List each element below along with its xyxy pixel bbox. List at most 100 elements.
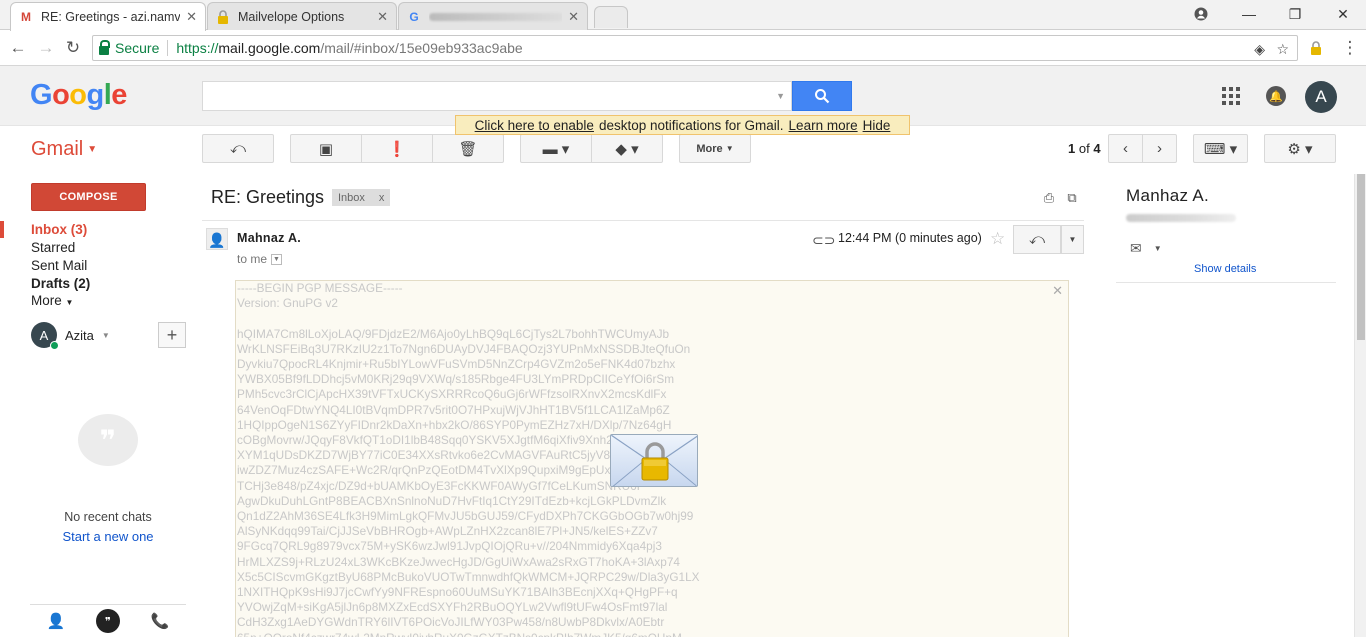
notifications-bell-icon[interactable]: 🔔 <box>1266 86 1286 106</box>
phone-icon[interactable]: 📞 <box>148 609 172 633</box>
newer-conversation-button[interactable]: ‹ <box>1108 134 1143 163</box>
close-icon[interactable]: ✕ <box>1052 283 1063 299</box>
chevron-down-icon: ▼ <box>101 330 110 340</box>
close-icon[interactable]: ✕ <box>186 9 197 25</box>
restore-icon[interactable]: ❐ <box>1285 5 1305 23</box>
hangouts-chat-icon[interactable]: ❞ <box>96 609 120 633</box>
print-icon[interactable]: ⎙ <box>1042 190 1056 205</box>
search-button[interactable] <box>792 81 852 111</box>
apps-grid-icon[interactable] <box>1222 87 1240 105</box>
reply-arrow-icon: ⤺ <box>1028 231 1046 248</box>
gmail-app-switcher[interactable]: Gmail ▼ <box>31 138 97 161</box>
enable-notifications-link[interactable]: Click here to enable <box>475 118 594 133</box>
account-avatar[interactable]: A <box>1305 81 1337 113</box>
close-icon[interactable]: ✕ <box>377 9 388 25</box>
pgp-line: 65n+QQroNf4czwr74wL2MnRwvI0jvhRuX0GzGXTz… <box>237 631 700 637</box>
report-spam-button[interactable]: ❗ <box>361 134 433 163</box>
browser-toolbar: ← → ↻ Secure https://mail.google.com/mai… <box>0 30 1366 66</box>
mailvelope-decrypt-button[interactable] <box>610 434 698 487</box>
profile-icon[interactable] <box>1191 5 1211 23</box>
folder-icon: ▬ ▾ <box>542 140 570 158</box>
hide-notification-link[interactable]: Hide <box>863 118 891 133</box>
tab-mailvelope-options[interactable]: Mailvelope Options ✕ <box>207 2 397 30</box>
chevron-down-icon[interactable]: ▼ <box>1154 244 1162 253</box>
chevron-left-icon: ‹ <box>1123 140 1128 157</box>
tab-google[interactable]: G ✕ <box>398 2 588 30</box>
padlock-icon <box>216 9 230 24</box>
star-icon[interactable]: ☆ <box>990 229 1005 249</box>
search-input[interactable]: ▼ <box>202 81 792 111</box>
pgp-line: X5c5CIScvmGKgztByU68PMcBukoVUOTwTmnwdhfQ… <box>237 569 700 584</box>
minimize-icon[interactable]: — <box>1239 5 1259 23</box>
chevron-down-icon: ▼ <box>87 144 98 156</box>
older-conversation-button[interactable]: › <box>1142 134 1177 163</box>
labels-button[interactable]: ◆ ▾ <box>591 134 663 163</box>
hangouts-user[interactable]: A Azita ▼ <box>31 322 110 350</box>
learn-more-link[interactable]: Learn more <box>789 118 858 133</box>
nav-drafts[interactable]: Drafts (2) <box>31 276 90 291</box>
google-logo[interactable]: Google <box>30 79 127 112</box>
new-window-icon[interactable]: ⧉ <box>1065 190 1079 205</box>
settings-button[interactable]: ⚙ ▾ <box>1264 134 1336 163</box>
nav-inbox[interactable]: Inbox (3) <box>31 222 87 237</box>
contacts-person-icon[interactable]: 👤 <box>44 609 68 633</box>
inbox-label-chip[interactable]: Inbox x <box>332 189 391 206</box>
show-details-dropdown-icon[interactable]: ▼ <box>271 253 283 265</box>
tab-gmail[interactable]: M RE: Greetings - azi.namva ✕ <box>10 2 206 31</box>
email-envelope-icon[interactable]: ✉ <box>1130 240 1142 257</box>
pgp-line: WrKLNSFEiBq3U7RKzIU2z1To7Ngn6DUAyDVJ4FBA… <box>237 341 691 356</box>
start-new-chat-link[interactable]: Start a new one <box>0 529 216 544</box>
divider <box>1116 282 1336 283</box>
compose-button[interactable]: COMPOSE <box>31 183 146 211</box>
window-close-icon[interactable]: ✕ <box>1333 5 1353 23</box>
chevron-right-icon: › <box>1157 140 1162 157</box>
message-timestamp: 12:44 PM (0 minutes ago) <box>838 231 982 245</box>
conversation-subject: RE: Greetings <box>211 187 325 207</box>
selected-indicator <box>0 221 4 238</box>
gmail-m-icon: M <box>21 10 31 24</box>
new-hangout-button[interactable]: + <box>158 322 186 348</box>
more-actions-button[interactable]: More ▼ <box>679 134 751 163</box>
more-reply-options-button[interactable]: ▼ <box>1061 225 1084 254</box>
sender-name[interactable]: Mahnaz A. <box>237 231 301 245</box>
remove-label-icon[interactable]: x <box>379 192 385 204</box>
back-arrow-icon[interactable]: ← <box>8 38 28 58</box>
nav-more[interactable]: More ▼ <box>31 293 73 308</box>
search-options-dropdown-icon[interactable]: ▼ <box>776 91 785 101</box>
pgp-line: PMh5cvc3rClCjApcHX39tVFTxUCKySXRRRcoQ6uG… <box>237 387 667 402</box>
pgp-line: HrMLXZS9j+RLzU24xL3WKcBKzeJwvecHgJD/GgUi… <box>237 554 680 569</box>
show-details-link[interactable]: Show details <box>1194 263 1256 275</box>
archive-button[interactable]: ▣ <box>290 134 362 163</box>
menu-dots-icon[interactable]: ⋮ <box>1340 38 1360 58</box>
mailvelope-extension-icon[interactable] <box>1306 38 1326 58</box>
label-tag-icon: ◆ ▾ <box>615 140 639 158</box>
reload-icon[interactable]: ↻ <box>63 38 83 58</box>
divider <box>202 220 1084 221</box>
close-icon[interactable]: ✕ <box>568 9 579 25</box>
secure-indicator[interactable]: Secure <box>99 39 169 56</box>
reply-button[interactable]: ⤺ <box>1013 225 1061 254</box>
forward-arrow-icon[interactable]: → <box>36 38 56 58</box>
sender-avatar[interactable]: 👤 <box>206 228 228 250</box>
browser-tab-strip: M RE: Greetings - azi.namva ✕ Mailvelope… <box>0 0 1366 31</box>
input-tools-button[interactable]: ⌨ ▾ <box>1193 134 1248 163</box>
contact-email-redacted <box>1126 214 1236 222</box>
trash-icon: 🗑 <box>458 140 478 158</box>
user-avatar: A <box>31 322 59 350</box>
tab-title-redacted <box>429 10 563 24</box>
address-bar[interactable]: Secure https://mail.google.com/mail/#inb… <box>92 35 1298 61</box>
lock-icon <box>99 39 110 55</box>
nav-sent-mail[interactable]: Sent Mail <box>31 258 87 273</box>
back-to-inbox-button[interactable]: ⤺ <box>202 134 274 163</box>
page-scrollbar[interactable] <box>1354 174 1366 637</box>
delete-button[interactable]: 🗑 <box>432 134 504 163</box>
new-tab-button[interactable] <box>594 6 628 28</box>
bookmark-star-icon[interactable]: ☆ <box>1276 41 1289 58</box>
pgp-line: 1NXITHQpK9sHi9J7jcCwfYy9NFREspno60UuMSuY… <box>237 585 678 600</box>
no-chats-text: No recent chats <box>64 510 152 524</box>
mailvelope-eye-icon[interactable]: ◈ <box>1254 41 1265 58</box>
scrollbar-thumb[interactable] <box>1357 174 1365 340</box>
nav-starred[interactable]: Starred <box>31 240 75 255</box>
move-to-button[interactable]: ▬ ▾ <box>520 134 592 163</box>
recipients[interactable]: to me ▼ <box>237 252 283 266</box>
